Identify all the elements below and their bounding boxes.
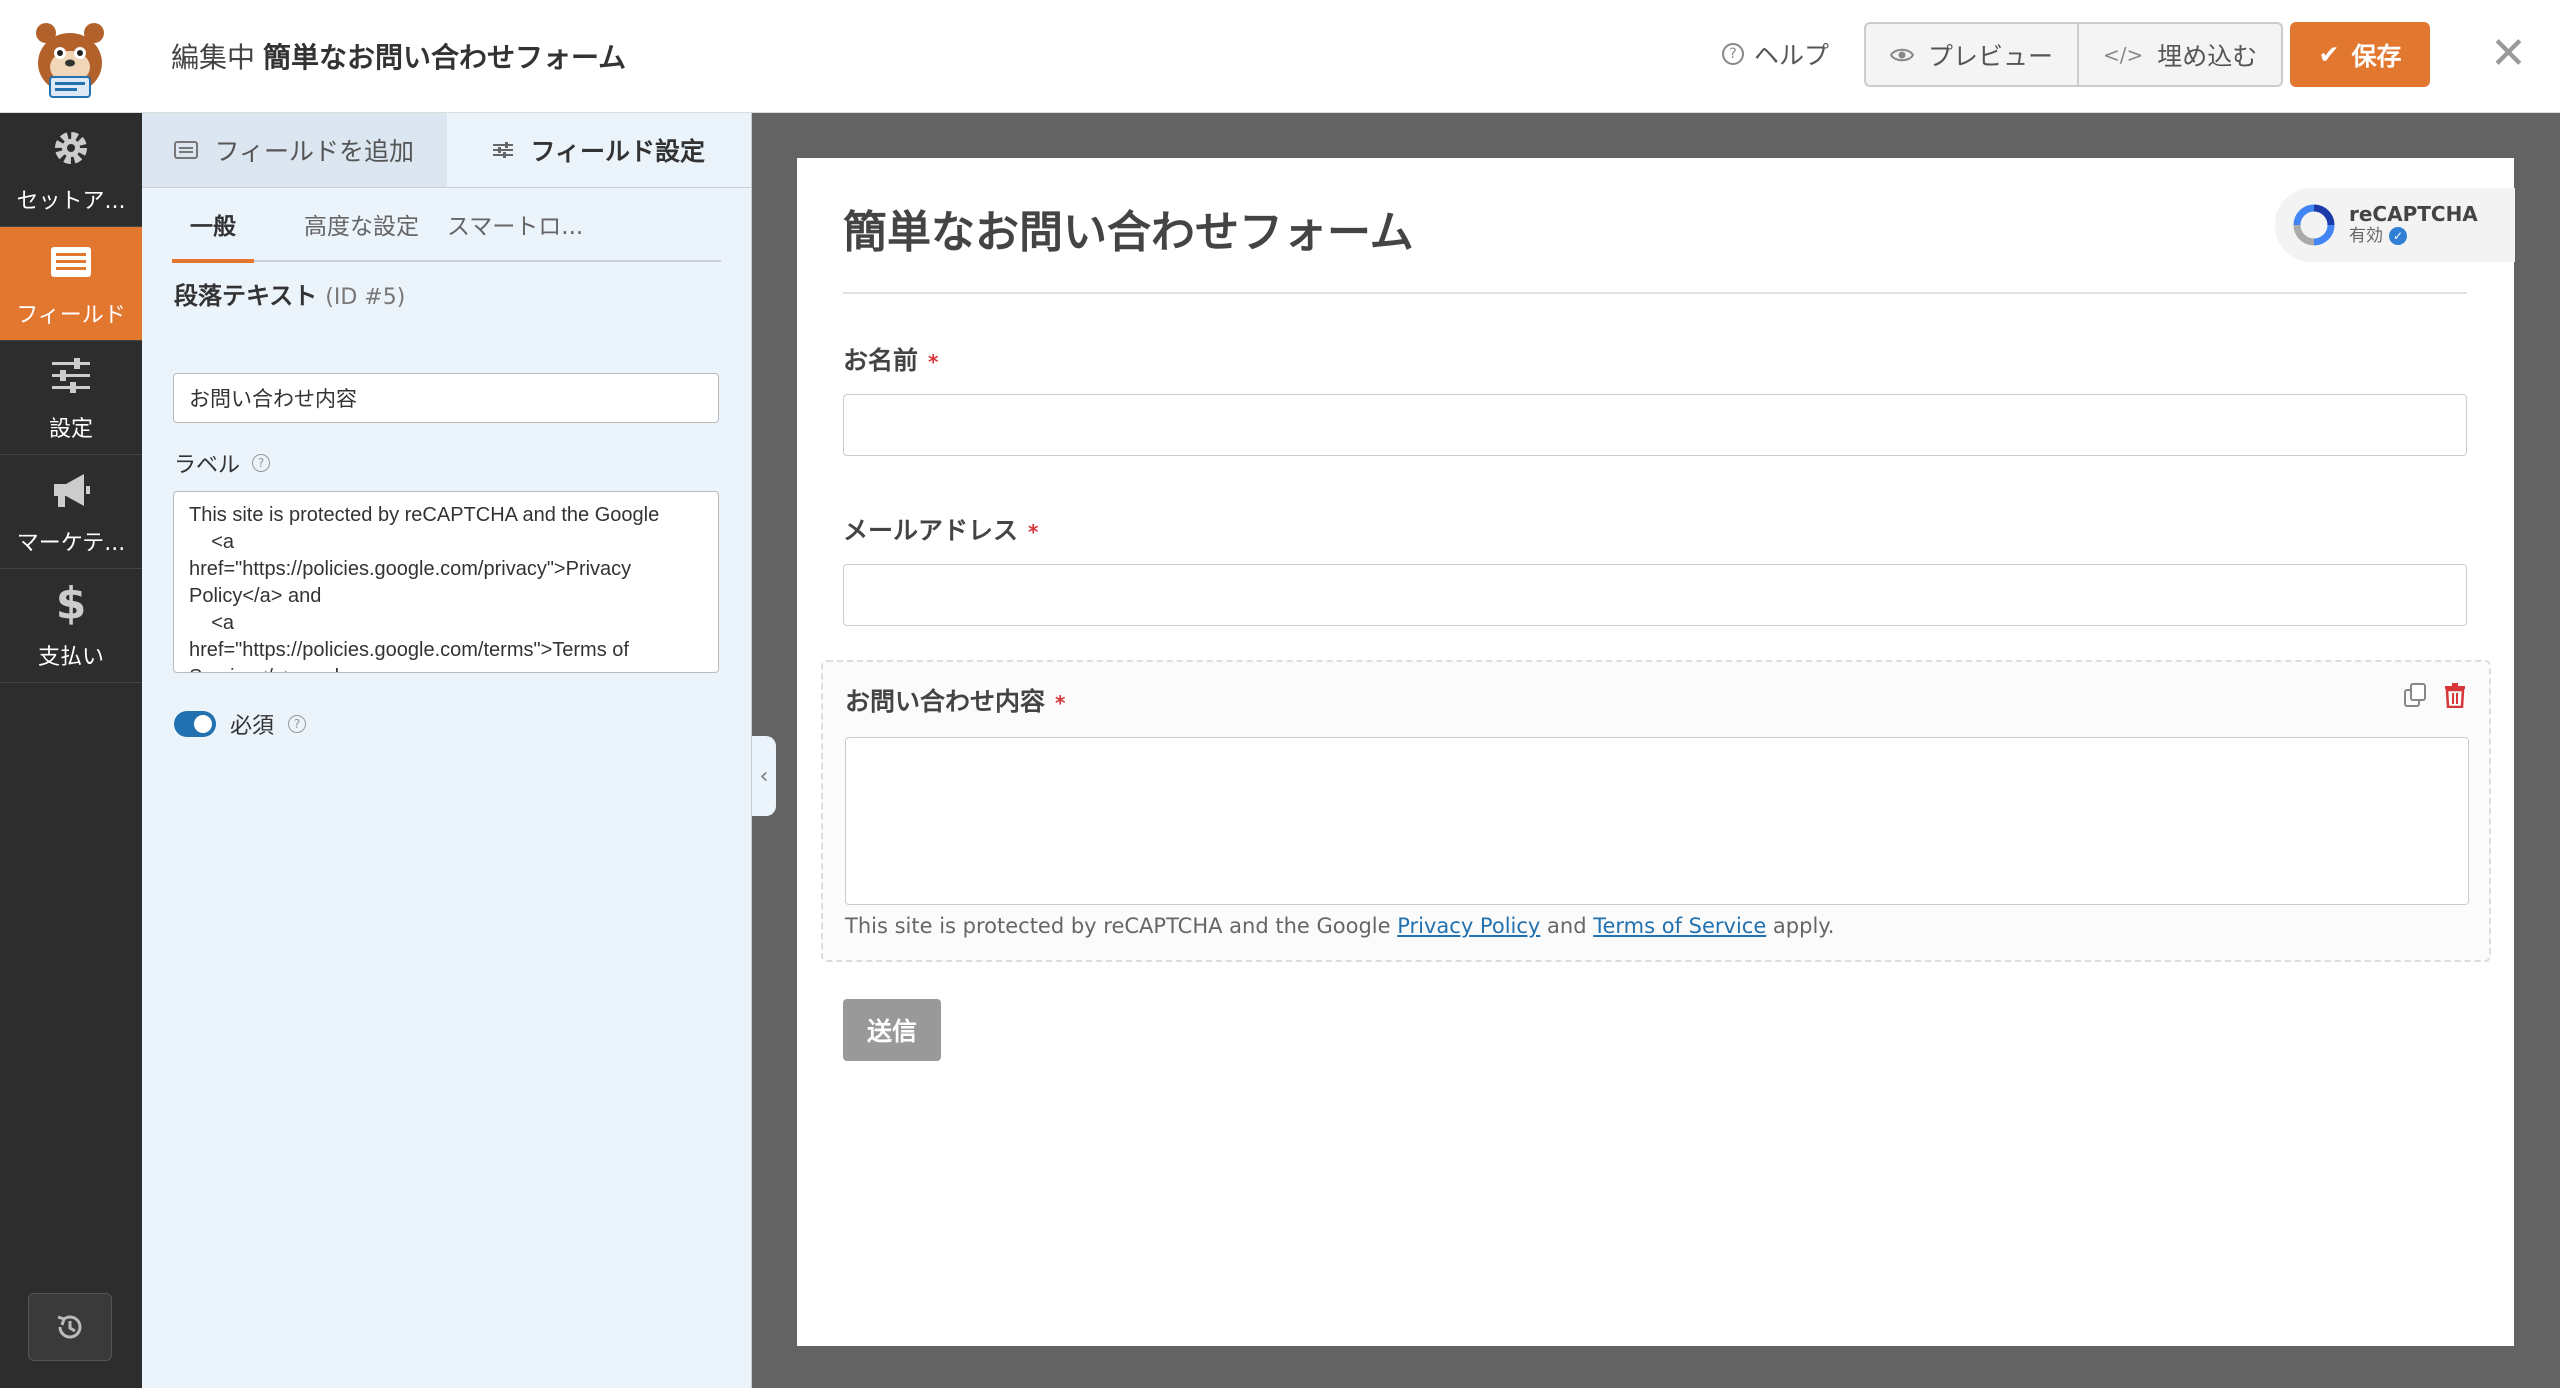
editing-prefix: 編集中 (171, 41, 256, 74)
label-input[interactable]: お問い合わせ内容 (173, 373, 719, 423)
duplicate-icon[interactable] (2403, 682, 2427, 708)
email-input[interactable] (843, 564, 2467, 626)
help-icon[interactable]: ? (288, 715, 307, 733)
help-link[interactable]: ? ヘルプ (1722, 36, 1829, 72)
desc-text: apply. (1766, 914, 1835, 938)
save-button[interactable]: ✔ 保存 (2290, 22, 2430, 87)
required-asterisk: * (1028, 520, 1039, 544)
revisions-button[interactable] (28, 1293, 112, 1361)
desc-text: This site is protected by reCAPTCHA and … (845, 914, 1398, 938)
field-description: This site is protected by reCAPTCHA and … (845, 914, 1834, 938)
field-label-email[interactable]: メールアドレス * (843, 511, 1038, 547)
code-icon: </> (2103, 42, 2144, 67)
sidebar-item-label: 支払い (37, 644, 104, 670)
builder-sidebar: セットア... フィールド 設定 マーケテ... $ 支払い (0, 113, 142, 1388)
required-asterisk: * (1055, 691, 1066, 715)
wpforms-logo (0, 0, 140, 113)
preview-button[interactable]: プレビュー (1866, 24, 2077, 85)
label-caption-row: ラベル ? (174, 447, 271, 479)
recaptcha-title: reCAPTCHA (2349, 202, 2478, 226)
field-label-text: お名前 (843, 346, 919, 375)
subtab-general[interactable]: 一般 (172, 187, 254, 263)
label-caption: ラベル (174, 453, 241, 478)
required-label: 必須 (230, 714, 275, 739)
trash-icon[interactable] (2443, 682, 2467, 708)
tab-add-fields[interactable]: フィールドを追加 (142, 113, 447, 187)
privacy-policy-link[interactable]: Privacy Policy (1397, 914, 1540, 938)
embed-label: 埋め込む (2157, 41, 2258, 71)
sidebar-item-label: 設定 (48, 416, 93, 442)
required-toggle-row: 必須 ? (174, 708, 307, 740)
sliders-icon (52, 357, 90, 393)
sidebar-item-fields[interactable]: フィールド (0, 227, 142, 341)
page-title: 編集中 簡単なお問い合わせフォーム (171, 36, 626, 76)
sliders-icon (493, 142, 514, 158)
form-name: 簡単なお問い合わせフォーム (263, 41, 627, 74)
form-title: 簡単なお問い合わせフォーム (843, 207, 1414, 258)
eye-icon (1890, 48, 1914, 61)
check-icon: ✔ (2318, 40, 2340, 69)
megaphone-icon (54, 473, 90, 507)
list-icon (174, 141, 199, 159)
fields-icon (51, 246, 91, 277)
gear-icon (55, 131, 87, 164)
top-bar: 編集中 簡単なお問い合わせフォーム ? ヘルプ プレビュー </> 埋め込む ✔ … (0, 0, 2560, 113)
required-toggle[interactable] (174, 711, 216, 737)
submit-button[interactable]: 送信 (843, 999, 941, 1061)
help-label: ヘルプ (1754, 41, 1830, 70)
field-type-name: 段落テキスト (174, 282, 318, 310)
field-type-heading: 段落テキスト (ID #5) (174, 276, 405, 311)
field-label-inquiry: お問い合わせ内容 * (845, 682, 1065, 718)
chevron-left-icon: ‹ (759, 763, 769, 789)
selected-field-box[interactable]: お問い合わせ内容 * This site is protected by reCA… (821, 660, 2491, 962)
subtabs: 一般 高度な設定 スマートロ... (172, 187, 721, 263)
check-badge-icon: ✓ (2389, 227, 2407, 245)
collapse-panel-button[interactable]: ‹ (752, 736, 776, 816)
sidebar-item-marketing[interactable]: マーケテ... (0, 455, 142, 569)
preview-label: プレビュー (1928, 41, 2054, 71)
panel-tabs: フィールドを追加 フィールド設定 (142, 113, 751, 188)
desc-text: and (1540, 914, 1594, 938)
tab-label: フィールド設定 (530, 137, 705, 166)
sidebar-item-setup[interactable]: セットア... (0, 113, 142, 227)
sidebar-item-label: マーケテ... (16, 530, 126, 556)
recaptcha-icon (2293, 204, 2335, 246)
field-label-name[interactable]: お名前 * (843, 341, 938, 377)
sidebar-item-label: セットア... (16, 188, 126, 214)
field-options-panel: フィールドを追加 フィールド設定 一般 高度な設定 スマートロ... 段落テキス… (142, 113, 752, 1388)
sidebar-item-label: フィールド (16, 302, 126, 328)
subtab-smart-logic[interactable]: スマートロ... (447, 187, 583, 261)
form-preview: 簡単なお問い合わせフォーム reCAPTCHA 有効 ✓ お名前 * メールアドレス… (797, 158, 2515, 1346)
dollar-icon: $ (55, 577, 87, 629)
description-textarea[interactable]: This site is protected by reCAPTCHA and … (173, 491, 719, 673)
sidebar-item-settings[interactable]: 設定 (0, 341, 142, 455)
terms-of-service-link[interactable]: Terms of Service (1593, 914, 1766, 938)
name-input[interactable] (843, 394, 2467, 456)
field-id: (ID #5) (325, 285, 406, 310)
field-actions (2403, 682, 2467, 708)
sidebar-item-payments[interactable]: $ 支払い (0, 569, 142, 683)
question-icon: ? (1722, 43, 1744, 65)
tab-field-options[interactable]: フィールド設定 (446, 113, 751, 187)
close-icon[interactable]: ✕ (2490, 30, 2527, 78)
field-label-text: メールアドレス (843, 516, 1019, 545)
help-icon[interactable]: ? (252, 454, 271, 472)
inquiry-textarea[interactable] (845, 737, 2469, 905)
recaptcha-badge: reCAPTCHA 有効 ✓ (2275, 188, 2515, 262)
tab-label: フィールドを追加 (214, 137, 414, 166)
subtab-advanced[interactable]: 高度な設定 (304, 187, 419, 261)
title-divider (843, 292, 2467, 294)
preview-embed-group: プレビュー </> 埋め込む (1864, 22, 2284, 87)
history-icon (57, 1315, 82, 1339)
required-asterisk: * (928, 350, 939, 374)
recaptcha-status: 有効 (2349, 226, 2383, 246)
embed-button[interactable]: </> 埋め込む (2077, 24, 2281, 85)
field-label-text: お問い合わせ内容 (845, 687, 1046, 716)
save-label: 保存 (2351, 41, 2402, 71)
